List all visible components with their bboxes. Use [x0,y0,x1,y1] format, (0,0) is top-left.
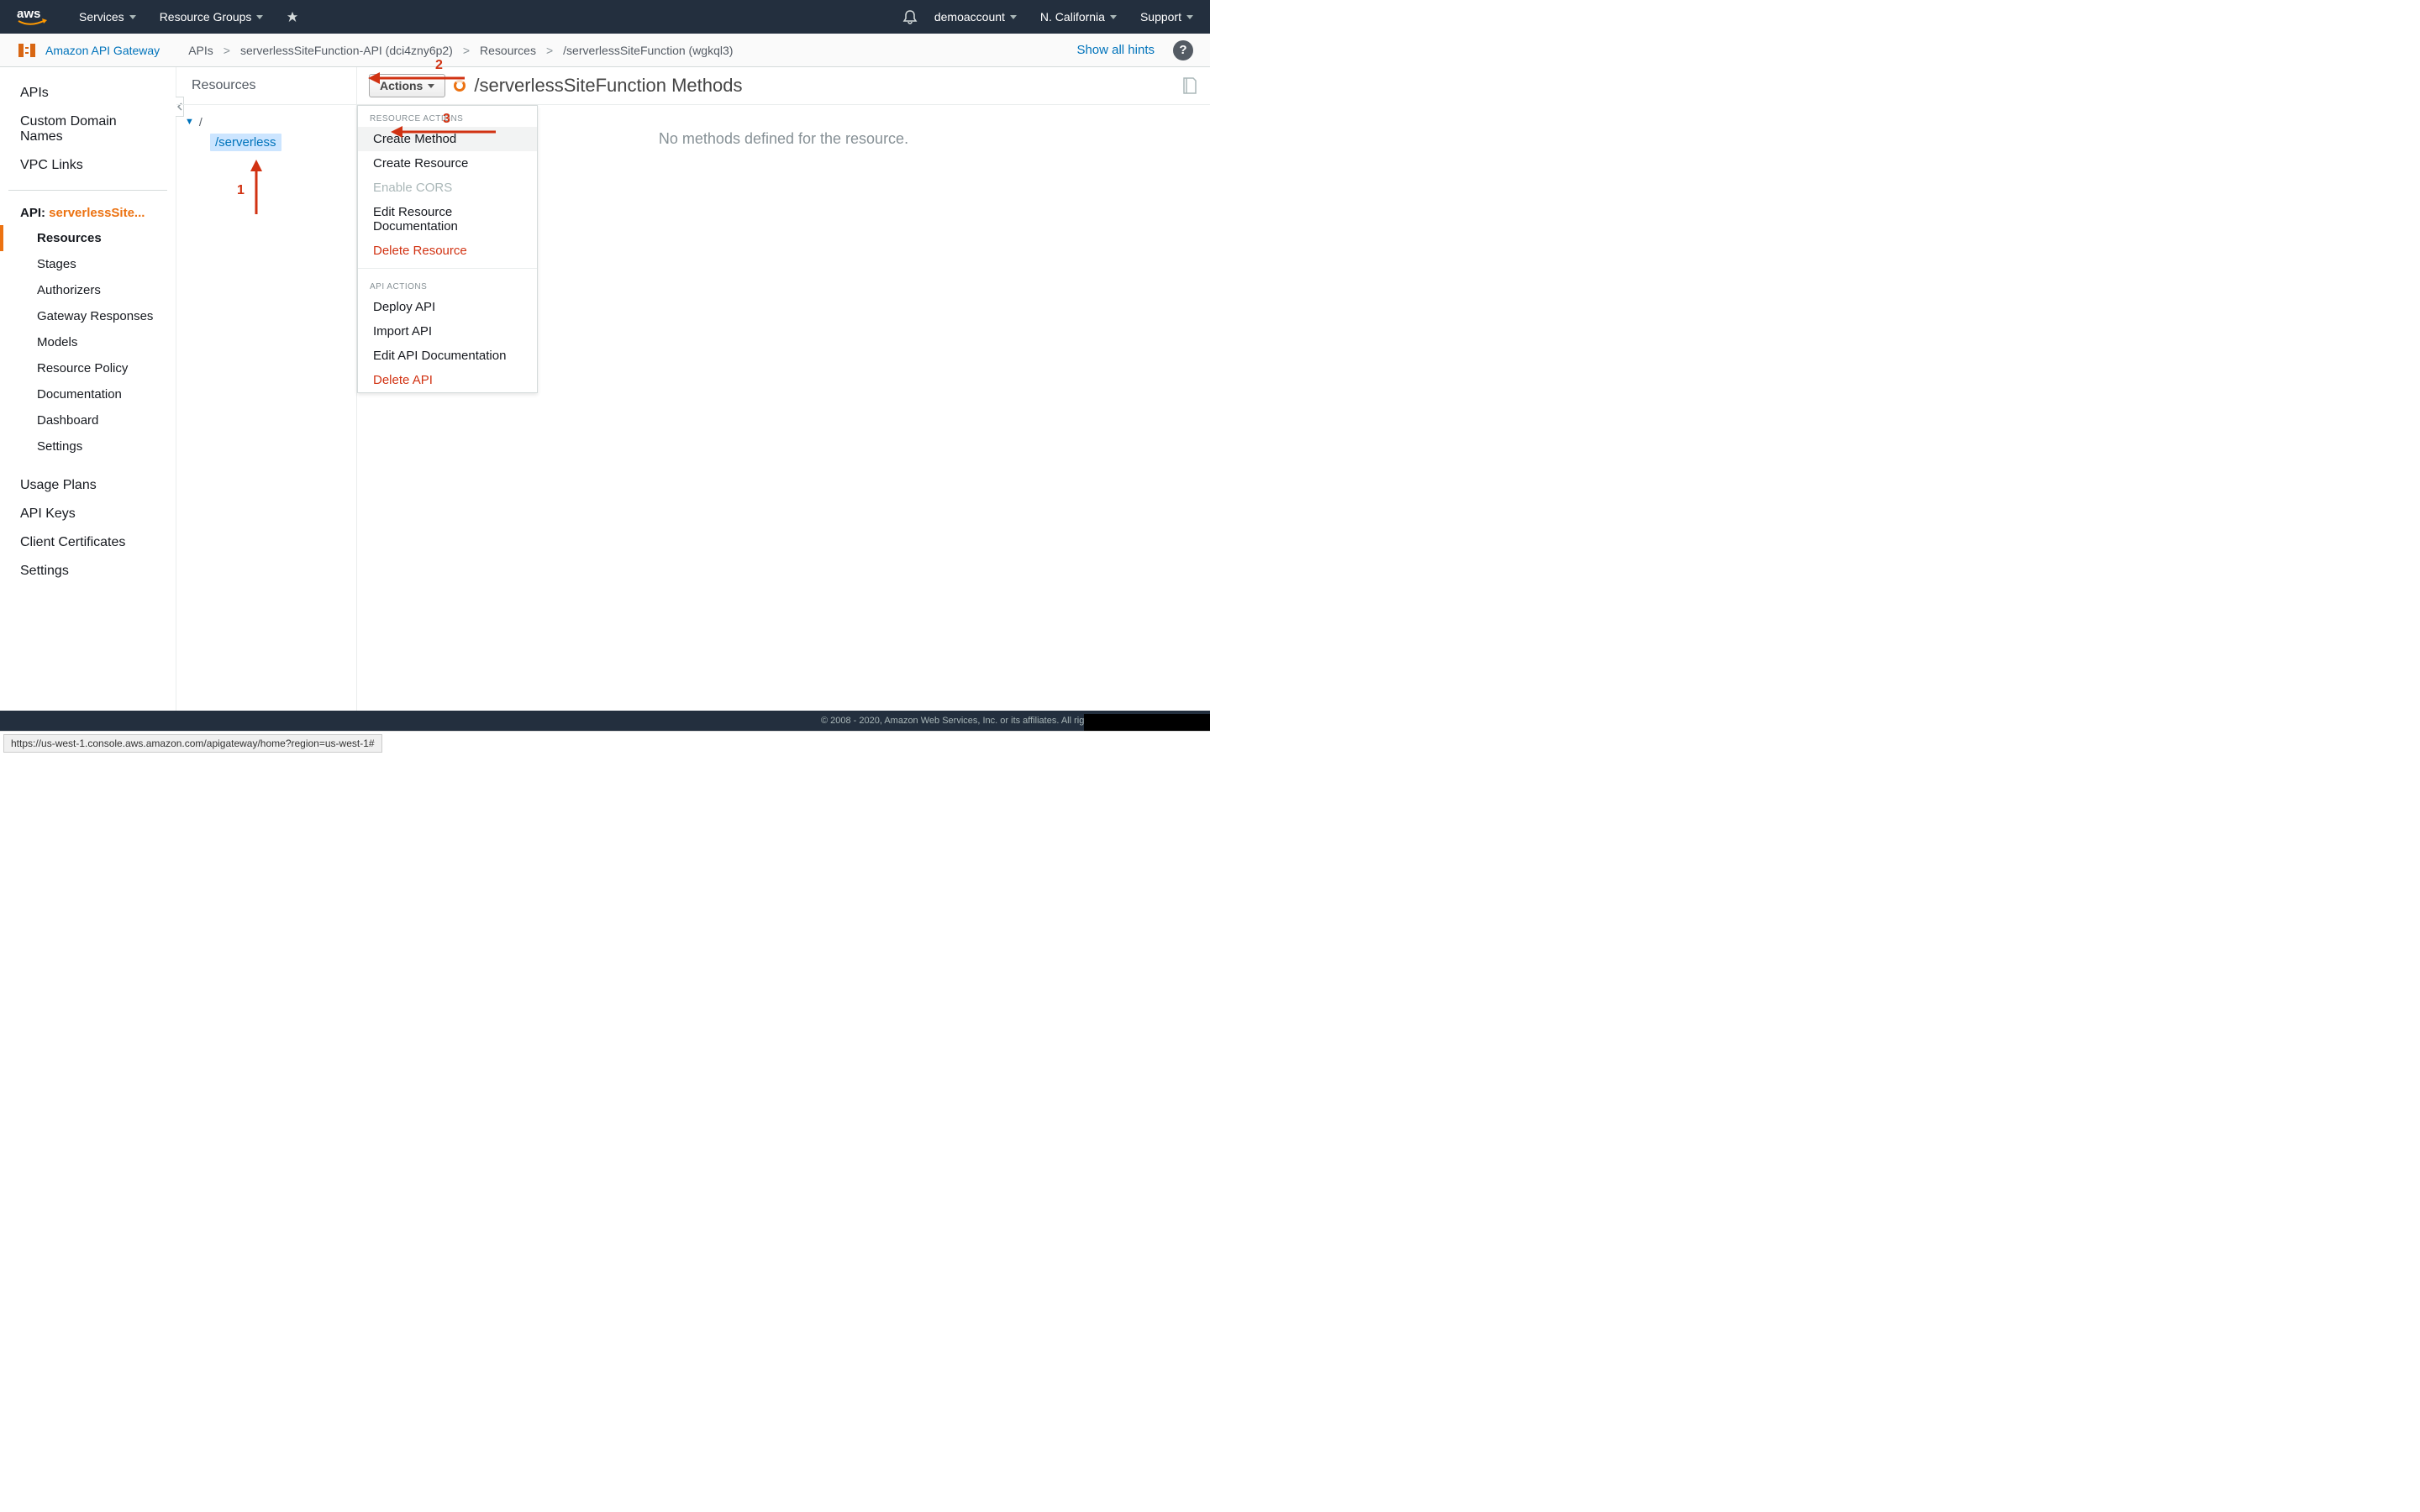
sidebar-api-label: API: serverlessSite... [0,201,176,225]
sidebar-settings[interactable]: Settings [0,557,176,585]
menu-enable-cors: Enable CORS [358,176,537,200]
chevron-down-icon [1110,15,1117,19]
help-icon[interactable]: ? [1173,40,1193,60]
pin-icon [287,11,298,23]
annotation-number-1: 1 [237,183,245,198]
menu-import-api[interactable]: Import API [358,319,537,344]
nav-support[interactable]: Support [1140,10,1193,24]
nav-resource-groups-label: Resource Groups [160,10,252,24]
sidebar-apis[interactable]: APIs [0,79,176,108]
nav-services-label: Services [79,10,124,24]
nav-services[interactable]: Services [79,10,136,24]
nav-resource-groups[interactable]: Resource Groups [160,10,264,24]
menu-edit-resource-documentation[interactable]: Edit Resource Documentation [358,200,537,239]
chevron-down-icon [256,15,263,19]
breadcrumb-bar: Amazon API Gateway APIs > serverlessSite… [0,34,1210,67]
nav-notifications[interactable] [902,9,934,24]
breadcrumb-item[interactable]: /serverlessSiteFunction (wgkql3) [563,44,733,57]
tree-collapse-icon[interactable]: ▼ [185,117,194,127]
page-title: /serverlessSiteFunction Methods [474,75,742,97]
dropdown-divider [358,268,537,269]
annotation-number-3: 3 [443,112,450,127]
chevron-down-icon [129,15,136,19]
annotation-arrow-1: 1 [244,160,269,218]
breadcrumb-service[interactable]: Amazon API Gateway [45,44,160,57]
nav-account-label: demoaccount [934,10,1005,24]
tree-header-label: Resources [192,78,255,93]
annotation-arrow-3: 3 [391,123,500,140]
breadcrumb-item[interactable]: serverlessSiteFunction-API (dci4zny6p2) [240,44,453,57]
sidebar-item-settings[interactable]: Settings [0,433,176,459]
annotation-number-2: 2 [435,58,443,73]
tree-header: Resources [176,67,356,105]
show-all-hints-link[interactable]: Show all hints [1076,43,1155,57]
top-navbar: aws Services Resource Groups demoaccount… [0,0,1210,34]
aws-logo[interactable]: aws [17,6,54,28]
sidebar-item-resources[interactable]: Resources [0,225,176,251]
sidebar-item-stages[interactable]: Stages [0,251,176,277]
sidebar-api-name[interactable]: serverlessSite... [49,206,145,220]
sidebar-item-dashboard[interactable]: Dashboard [0,407,176,433]
nav-account[interactable]: demoaccount [934,10,1017,24]
footer-overlay [1084,714,1210,731]
status-url: https://us-west-1.console.aws.amazon.com… [3,734,382,753]
sidebar-vpc-links[interactable]: VPC Links [0,151,176,180]
nav-region-label: N. California [1040,10,1105,24]
browser-status-bar: https://us-west-1.console.aws.amazon.com… [0,731,1210,756]
dropdown-section-api-actions: API ACTIONS [358,274,537,295]
main-area: APIs Custom Domain Names VPC Links API: … [0,67,1210,731]
menu-delete-api[interactable]: Delete API [358,368,537,392]
menu-deploy-api[interactable]: Deploy API [358,295,537,319]
sidebar-usage-plans[interactable]: Usage Plans [0,471,176,500]
api-gateway-icon [17,40,37,60]
nav-region[interactable]: N. California [1040,10,1117,24]
chevron-down-icon [1010,15,1017,19]
sidebar-item-documentation[interactable]: Documentation [0,381,176,407]
annotation-arrow-2: 2 [368,70,469,87]
content-panel: Actions /serverlessSiteFunction Methods … [357,67,1210,731]
sidebar-client-certificates[interactable]: Client Certificates [0,528,176,557]
documentation-icon[interactable] [1181,76,1198,95]
tree-child-node[interactable]: /serverless [210,134,281,151]
bell-icon [902,9,918,24]
chevron-down-icon [1186,15,1193,19]
svg-text:aws: aws [17,7,40,21]
sidebar-api-keys[interactable]: API Keys [0,500,176,528]
footer-bar: © 2008 - 2020, Amazon Web Services, Inc.… [0,711,1210,731]
nav-pin[interactable] [287,11,298,23]
menu-create-resource[interactable]: Create Resource [358,151,537,176]
breadcrumb-item[interactable]: APIs [188,44,213,57]
actions-dropdown: RESOURCE ACTIONS Create Method Create Re… [357,105,538,393]
content-header: Actions /serverlessSiteFunction Methods [357,67,1210,105]
sidebar-item-models[interactable]: Models [0,329,176,355]
sidebar-item-resource-policy[interactable]: Resource Policy [0,355,176,381]
menu-delete-resource[interactable]: Delete Resource [358,239,537,263]
breadcrumb-separator: > [224,44,230,57]
sidebar-item-gateway-responses[interactable]: Gateway Responses [0,303,176,329]
tree-root-node[interactable]: ▼ / [185,115,348,129]
sidebar-api-prefix: API: [20,206,49,220]
breadcrumb-separator: > [463,44,470,57]
breadcrumb-separator: > [546,44,553,57]
nav-support-label: Support [1140,10,1181,24]
sidebar-item-authorizers[interactable]: Authorizers [0,277,176,303]
breadcrumb-item[interactable]: Resources [480,44,536,57]
tree-root-label: / [199,115,203,129]
sidebar-custom-domain-names[interactable]: Custom Domain Names [0,108,176,151]
left-sidebar: APIs Custom Domain Names VPC Links API: … [0,67,176,731]
sidebar-divider [8,190,167,191]
menu-edit-api-documentation[interactable]: Edit API Documentation [358,344,537,368]
